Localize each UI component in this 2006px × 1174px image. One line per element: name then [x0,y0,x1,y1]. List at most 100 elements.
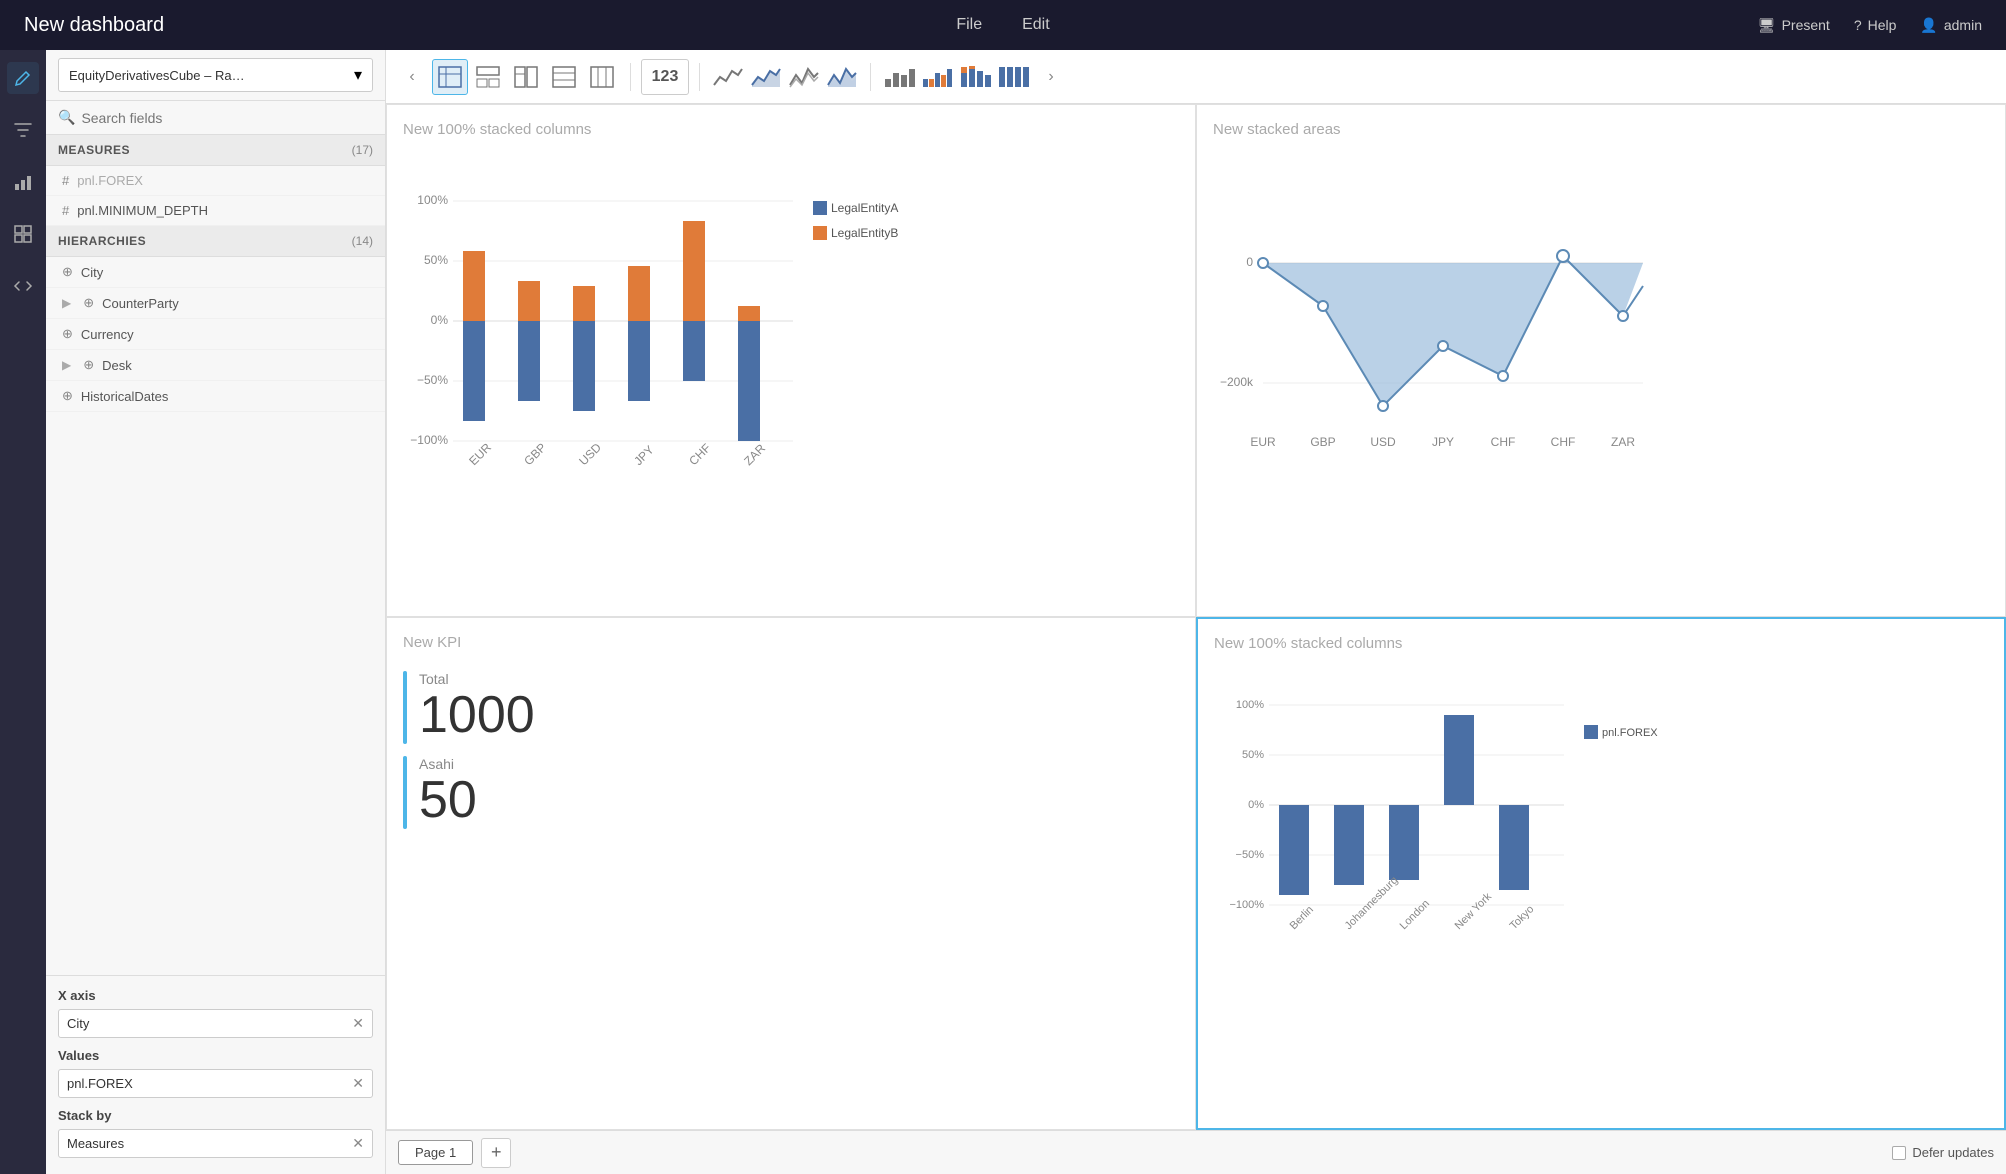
edit-menu[interactable]: Edit [1022,16,1050,34]
field-name-2: pnl.MINIMUM_DEPTH [77,203,208,218]
kpi-btn[interactable]: 123 [641,59,689,95]
values-label: Values [58,1048,373,1063]
kpi-total-row: Total 1000 [403,671,1179,744]
svg-text:0: 0 [1246,255,1253,269]
table-btn-2[interactable] [470,59,506,95]
table-btn-1[interactable] [432,59,468,95]
dashboard-title: New dashboard [24,14,1758,37]
hierarchy-icon-5: ⊕ [62,388,73,404]
chart-panel-2[interactable]: New stacked areas 0 −200k [1196,104,2006,617]
stackby-field[interactable]: Measures ✕ [58,1129,373,1158]
fields-list: MEASURES (17) # pnl.FOREX # pnl.MINIMUM_… [46,135,385,975]
sidebar-code[interactable] [7,270,39,302]
chart-panel-1[interactable]: New 100% stacked columns 100% 50% 0% −50… [386,104,1196,617]
topbar: New dashboard File Edit 🖥 Present ? Help… [0,0,2006,50]
user-icon: 👤 [1920,17,1937,34]
bar-btn-3[interactable] [957,59,993,95]
stackby-clear-icon[interactable]: ✕ [352,1135,364,1152]
values-field[interactable]: pnl.FOREX ✕ [58,1069,373,1098]
sidebar-grid[interactable] [7,218,39,250]
sep-2 [699,63,700,91]
measures-section-header[interactable]: MEASURES (17) [46,135,385,166]
table-type-group [432,59,620,95]
svg-text:Tokyo: Tokyo [1508,903,1537,932]
svg-text:−50%: −50% [417,373,448,387]
dashboard-area: ‹ 123 [386,50,2006,1174]
present-button[interactable]: 🖥 Present [1758,17,1830,34]
sep-1 [630,63,631,91]
xaxis-clear-icon[interactable]: ✕ [352,1015,364,1032]
kpi-asahi-row: Asahi 50 [403,756,1179,829]
stackby-label: Stack by [58,1108,373,1123]
svg-text:GBP: GBP [521,440,549,468]
defer-checkbox[interactable] [1892,1146,1906,1160]
svg-text:LegalEntityB: LegalEntityB [831,226,898,240]
datasource-selector[interactable]: EquityDerivativesCube – Ra… ▾ [58,58,373,92]
sidebar-chart[interactable] [7,166,39,198]
bar-btn-4[interactable] [995,59,1031,95]
values-clear-icon[interactable]: ✕ [352,1075,364,1092]
expand-icon[interactable]: ▶ [62,296,71,310]
chart-panel-3[interactable]: New KPI Total 1000 Asahi 50 [386,617,1196,1130]
chart-svg-2: 0 −200k [1213,146,1693,496]
bar-chart-group [881,59,1031,95]
svg-text:GBP: GBP [1310,435,1335,449]
field-city[interactable]: ⊕ City [46,257,385,288]
field-counterparty[interactable]: ▶ ⊕ CounterParty [46,288,385,319]
line-btn-4[interactable] [824,59,860,95]
table-btn-3[interactable] [508,59,544,95]
bar-btn-2[interactable] [919,59,955,95]
toolbar: ‹ 123 [386,50,2006,104]
hierarchies-section-header[interactable]: HIERARCHIES (14) [46,226,385,257]
field-pnl-mindepth[interactable]: # pnl.MINIMUM_DEPTH [46,196,385,226]
svg-text:0%: 0% [431,313,449,327]
page-1-btn[interactable]: Page 1 [398,1140,473,1165]
svg-text:ZAR: ZAR [741,441,768,468]
topbar-nav: File Edit [956,16,1049,34]
xaxis-field[interactable]: City ✕ [58,1009,373,1038]
table-btn-4[interactable] [546,59,582,95]
config-panel: X axis City ✕ Values pnl.FOREX ✕ Stack b… [46,975,385,1174]
svg-text:−100%: −100% [1229,899,1264,911]
svg-text:−100%: −100% [410,433,448,447]
defer-updates: Defer updates [1892,1145,1994,1160]
table-btn-5[interactable] [584,59,620,95]
chart-title-1: New 100% stacked columns [403,121,1179,138]
field-name: pnl.FOREX [77,173,143,188]
chart-panel-4[interactable]: New 100% stacked columns 100% 50% 0% −50… [1196,617,2006,1130]
chart-title-4: New 100% stacked columns [1214,635,1988,652]
svg-text:−200k: −200k [1220,375,1254,389]
toolbar-next[interactable]: › [1037,63,1065,91]
svg-text:London: London [1398,898,1432,932]
field-currency[interactable]: ⊕ Currency [46,319,385,350]
search-icon: 🔍 [58,109,75,126]
hierarchy-icon-3: ⊕ [62,326,73,342]
line-btn-1[interactable] [710,59,746,95]
svg-text:CHF: CHF [1551,435,1576,449]
toolbar-prev[interactable]: ‹ [398,63,426,91]
sidebar-filter[interactable] [7,114,39,146]
field-desk[interactable]: ▶ ⊕ Desk [46,350,385,381]
file-menu[interactable]: File [956,16,982,34]
expand-icon-2[interactable]: ▶ [62,358,71,372]
svg-text:100%: 100% [1236,699,1264,711]
monitor-icon: 🖥 [1758,17,1776,34]
svg-text:USD: USD [1370,435,1396,449]
line-btn-2[interactable] [748,59,784,95]
search-input[interactable] [81,110,373,126]
help-button[interactable]: ? Help [1854,17,1897,33]
kpi-asahi-value: 50 [419,772,477,829]
field-pnl-forex[interactable]: # pnl.FOREX [46,166,385,196]
field-name-desk: Desk [102,358,132,373]
field-historicaldates[interactable]: ⊕ HistoricalDates [46,381,385,412]
main-layout: EquityDerivativesCube – Ra… ▾ 🔍 MEASURES… [0,50,2006,1174]
svg-text:USD: USD [576,440,604,468]
hierarchy-icon-2: ⊕ [83,295,94,311]
line-btn-3[interactable] [786,59,822,95]
add-page-btn[interactable]: + [481,1138,511,1168]
sidebar-edit[interactable] [7,62,39,94]
admin-button[interactable]: 👤 admin [1920,17,1982,34]
hierarchies-title: HIERARCHIES [58,234,146,248]
bar-btn-1[interactable] [881,59,917,95]
hierarchies-count: (14) [352,234,373,248]
